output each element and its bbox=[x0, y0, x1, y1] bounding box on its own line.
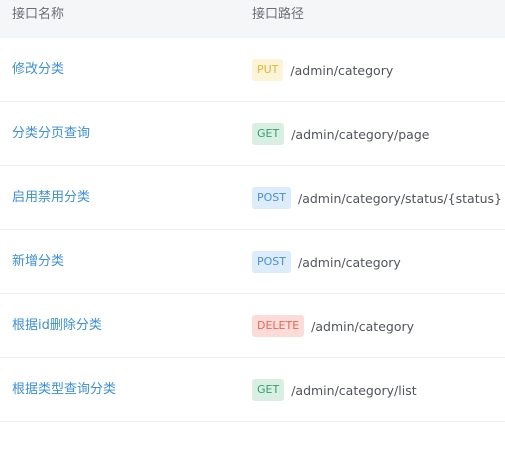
api-path: /admin/category bbox=[311, 318, 415, 334]
column-header-path: 接口路径 bbox=[252, 7, 305, 22]
table-row[interactable]: 根据类型查询分类 GET /admin/category/list bbox=[0, 358, 505, 422]
api-path: /admin/category/list bbox=[291, 382, 417, 398]
method-badge: POST bbox=[252, 187, 291, 209]
table-header: 接口名称 接口路径 bbox=[0, 0, 505, 38]
api-path-cell: DELETE /admin/category bbox=[252, 294, 414, 358]
api-path-cell: POST /admin/category bbox=[252, 230, 401, 294]
method-badge: GET bbox=[252, 379, 285, 401]
api-name-link[interactable]: 分类分页查询 bbox=[12, 102, 90, 166]
table-row[interactable]: 分类分页查询 GET /admin/category/page bbox=[0, 102, 505, 166]
api-path-cell: GET /admin/category/page bbox=[252, 102, 429, 166]
api-name-link[interactable]: 新增分类 bbox=[12, 230, 64, 294]
table-row[interactable]: 修改分类 PUT /admin/category bbox=[0, 38, 505, 102]
table-row[interactable]: 启用禁用分类 POST /admin/category/status/{stat… bbox=[0, 166, 505, 230]
api-name-link[interactable]: 修改分类 bbox=[12, 38, 64, 102]
api-path: /admin/category/page bbox=[291, 126, 430, 142]
table-row[interactable]: 根据id删除分类 DELETE /admin/category bbox=[0, 294, 505, 358]
api-name-link[interactable]: 启用禁用分类 bbox=[12, 166, 90, 230]
api-table: 接口名称 接口路径 修改分类 PUT /admin/category 分类分页查… bbox=[0, 0, 505, 455]
method-badge: POST bbox=[252, 251, 291, 273]
column-header-name: 接口名称 bbox=[12, 7, 65, 22]
method-badge: PUT bbox=[252, 59, 284, 81]
table-row[interactable]: 新增分类 POST /admin/category bbox=[0, 230, 505, 294]
api-path-cell: GET /admin/category/list bbox=[252, 358, 417, 422]
api-path-cell: PUT /admin/category bbox=[252, 38, 393, 102]
api-path: /admin/category bbox=[298, 254, 401, 270]
api-name-link[interactable]: 根据id删除分类 bbox=[12, 294, 102, 358]
method-badge: GET bbox=[252, 123, 285, 145]
api-path: /admin/category/status/{status} bbox=[298, 190, 502, 206]
api-path: /admin/category bbox=[290, 62, 394, 78]
api-name-link[interactable]: 根据类型查询分类 bbox=[12, 358, 116, 422]
api-path-cell: POST /admin/category/status/{status} bbox=[252, 166, 502, 230]
method-badge: DELETE bbox=[252, 315, 305, 337]
